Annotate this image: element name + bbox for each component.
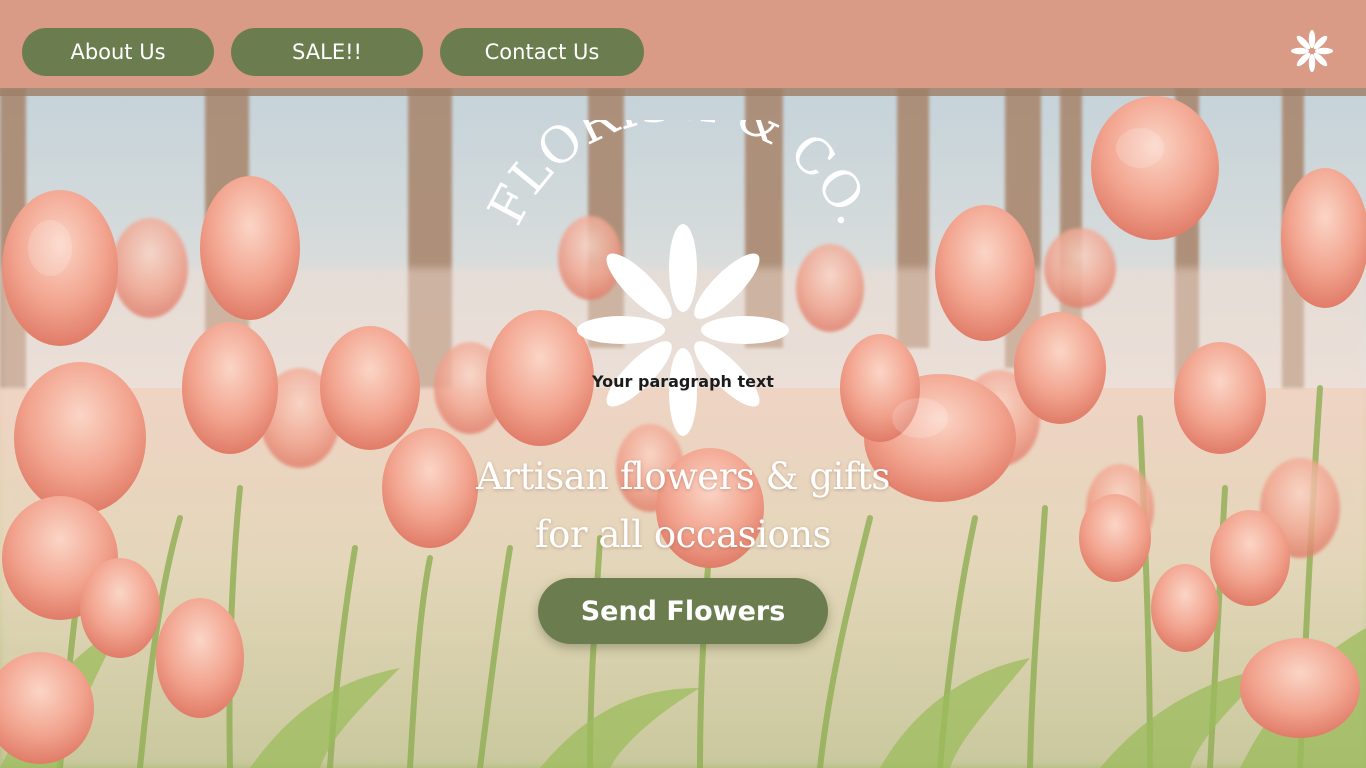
nav-about-us-button[interactable]: About Us <box>22 28 214 76</box>
hero-section: FLORISH & CO. Your paragraph text Artisa… <box>0 88 1366 768</box>
hero-headline: Artisan flowers & gifts for all occasion… <box>440 448 926 564</box>
brand-logo: FLORISH & CO. <box>477 120 884 436</box>
brand-name-text: FLORISH & CO. <box>477 120 884 234</box>
nav-sale-button[interactable]: SALE!! <box>231 28 423 76</box>
headline-line-2: for all occasions <box>534 513 832 556</box>
paragraph-text-placeholder: Your paragraph text <box>592 372 774 391</box>
top-navigation-bar: About Us SALE!! Contact Us <box>0 0 1366 88</box>
send-flowers-button[interactable]: Send Flowers <box>538 578 828 644</box>
daisy-flower-icon <box>577 224 789 436</box>
svg-text:FLORISH & CO.: FLORISH & CO. <box>477 120 884 234</box>
flower-icon[interactable] <box>1288 27 1336 75</box>
nav-contact-us-button[interactable]: Contact Us <box>440 28 644 76</box>
headline-line-1: Artisan flowers & gifts <box>476 455 890 498</box>
